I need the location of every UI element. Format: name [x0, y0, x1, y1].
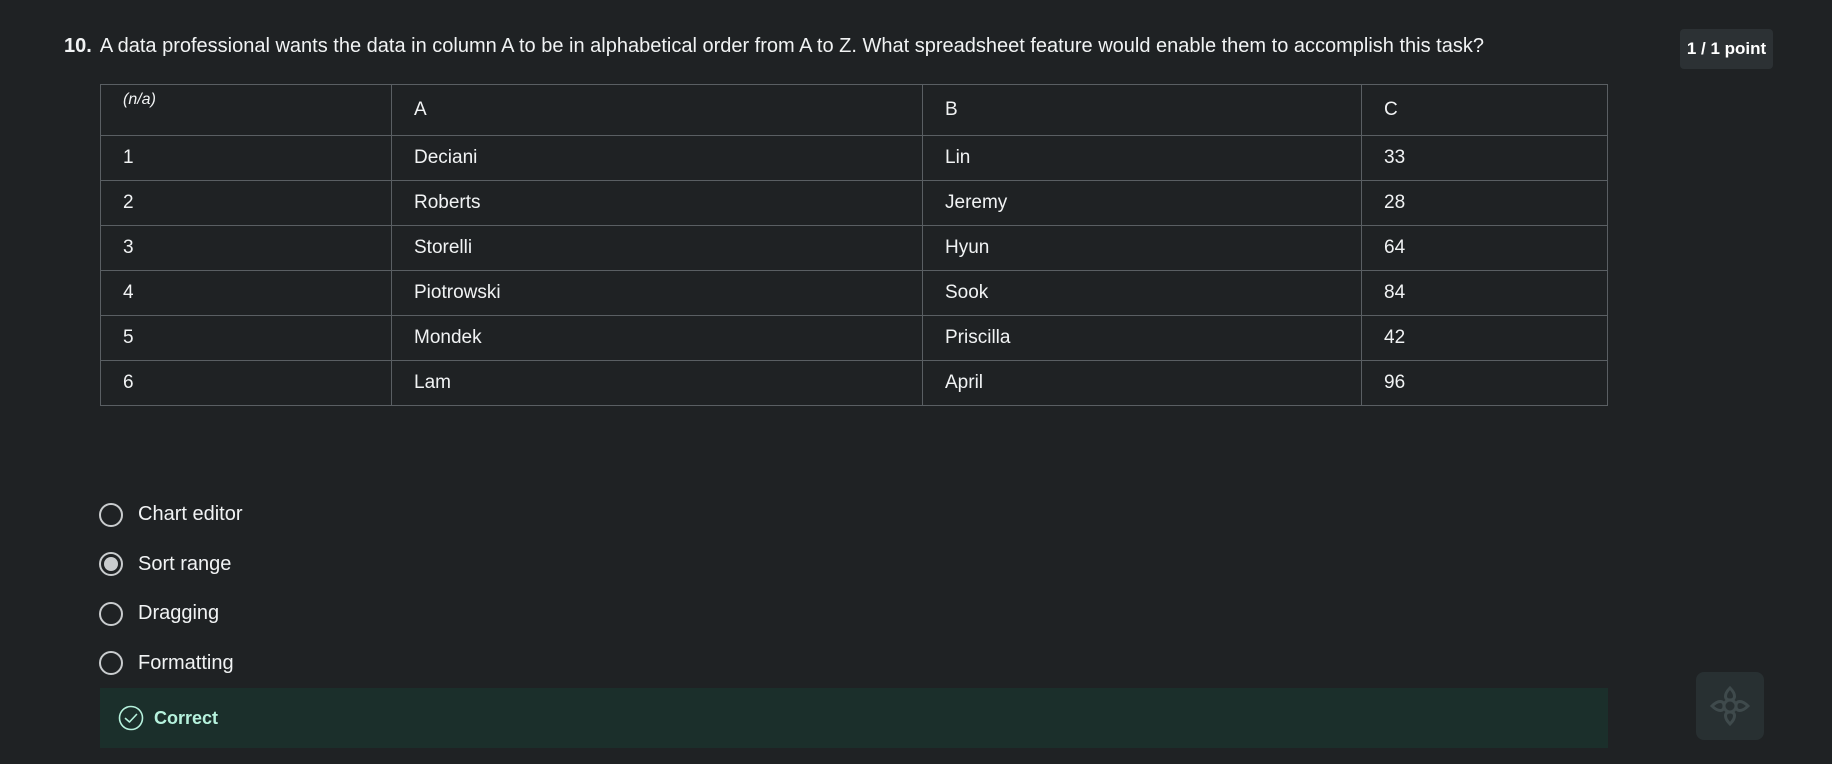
- option-label: Formatting: [138, 651, 234, 674]
- option-chart-editor[interactable]: Chart editor: [99, 490, 243, 540]
- table-cell: Jeremy: [922, 180, 1362, 226]
- feedback-label: Correct: [154, 707, 219, 728]
- table-cell: Deciani: [391, 135, 923, 181]
- table-cell: 1: [100, 135, 392, 181]
- spreadsheet-table: (n/a) A B C 1 Deciani Lin 33 2 Roberts J…: [100, 84, 1608, 406]
- table-cell: Priscilla: [922, 315, 1362, 361]
- table-row: 3 Storelli Hyun 64: [100, 225, 1608, 271]
- table-cell: 42: [1361, 315, 1608, 361]
- table-cell: Hyun: [922, 225, 1362, 271]
- option-label: Chart editor: [138, 503, 243, 526]
- option-label: Dragging: [138, 602, 220, 625]
- radio-button-selected[interactable]: [99, 552, 123, 577]
- table-cell: 33: [1361, 135, 1608, 181]
- table-cell: Storelli: [391, 225, 923, 271]
- table-cell: 96: [1361, 360, 1608, 406]
- table-cell: 64: [1361, 225, 1608, 271]
- table-header-cell: C: [1361, 84, 1608, 136]
- table-cell: Roberts: [391, 180, 923, 226]
- option-formatting[interactable]: Formatting: [99, 639, 243, 689]
- table-cell: Mondek: [391, 315, 923, 361]
- table-header-cell: A: [391, 84, 923, 136]
- radio-button[interactable]: [99, 502, 123, 527]
- table-row: 4 Piotrowski Sook 84: [100, 270, 1608, 316]
- table-cell: Piotrowski: [391, 270, 923, 316]
- check-circle-icon: [118, 705, 144, 731]
- table-cell: 2: [100, 180, 392, 226]
- table-header-cell: B: [922, 84, 1362, 136]
- table-cell: Lam: [391, 360, 923, 406]
- question-text: A data professional wants the data in co…: [99, 35, 1484, 57]
- table-row: 1 Deciani Lin 33: [100, 135, 1608, 181]
- question-number: 10.: [64, 35, 92, 57]
- table-cell: 5: [100, 315, 392, 361]
- table-cell: 6: [100, 360, 392, 406]
- table-cell: Sook: [922, 270, 1362, 316]
- table-row: 2 Roberts Jeremy 28: [100, 180, 1608, 226]
- table-cell: 3: [100, 225, 392, 271]
- radio-button[interactable]: [99, 601, 123, 626]
- table-header-row: (n/a) A B C: [100, 84, 1608, 136]
- answer-options: Chart editor Sort range Dragging Formatt…: [99, 490, 243, 688]
- points-badge: 1 / 1 point: [1680, 29, 1773, 69]
- table-row: 6 Lam April 96: [100, 360, 1608, 406]
- question-header: 10. A data professional wants the data i…: [64, 30, 1484, 62]
- table-cell: 84: [1361, 270, 1608, 316]
- option-label: Sort range: [138, 552, 232, 575]
- table-cell: 28: [1361, 180, 1608, 226]
- table-cell: Lin: [922, 135, 1362, 181]
- radio-button[interactable]: [99, 651, 123, 676]
- ai-assistant-icon[interactable]: [1696, 672, 1764, 740]
- table-cell: 4: [100, 270, 392, 316]
- option-dragging[interactable]: Dragging: [99, 589, 243, 639]
- table-cell: April: [922, 360, 1362, 406]
- table-row: 5 Mondek Priscilla 42: [100, 315, 1608, 361]
- feedback-banner: Correct: [100, 688, 1608, 748]
- table-header-cell: (n/a): [100, 84, 392, 136]
- option-sort-range[interactable]: Sort range: [99, 540, 243, 590]
- quiz-question: 10. A data professional wants the data i…: [0, 0, 1832, 764]
